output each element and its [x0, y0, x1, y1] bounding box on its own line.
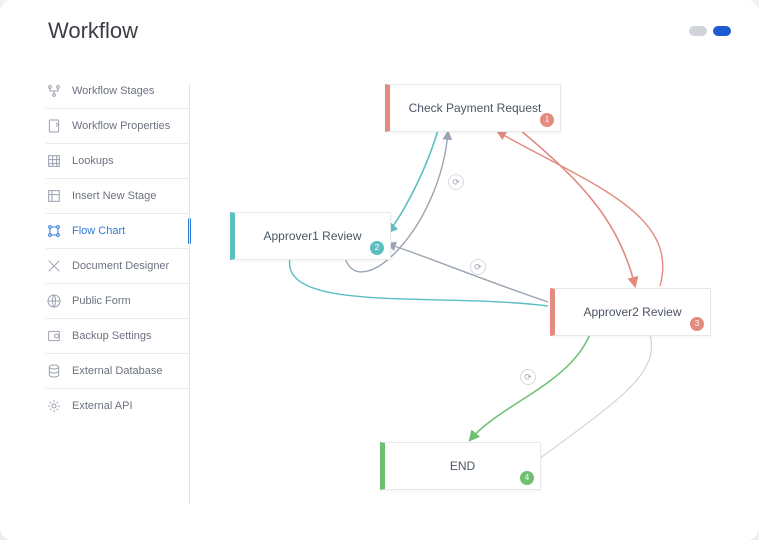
- backup-icon: [46, 328, 62, 344]
- sidebar: Workflow Stages Workflow Properties Look…: [0, 44, 190, 534]
- link-icon: ⟳: [448, 174, 464, 190]
- flow-node-label: Approver2 Review: [583, 305, 681, 319]
- sidebar-item-flow-chart[interactable]: Flow Chart: [46, 214, 190, 249]
- body: Workflow Stages Workflow Properties Look…: [0, 44, 759, 534]
- flowchart-icon: [46, 223, 62, 239]
- sidebar-item-label: Flow Chart: [72, 225, 125, 237]
- workflow-card: Workflow Workflow Stages Workflow Proper…: [0, 0, 759, 540]
- flow-node-badge: 2: [370, 241, 384, 255]
- sidebar-item-workflow-stages[interactable]: Workflow Stages: [46, 74, 190, 109]
- header: Workflow: [0, 0, 759, 44]
- flow-node-badge: 4: [520, 471, 534, 485]
- link-icon: ⟳: [470, 259, 486, 275]
- sidebar-item-external-api[interactable]: External API: [46, 389, 190, 423]
- sidebar-item-label: Lookups: [72, 155, 114, 167]
- sidebar-item-document-designer[interactable]: Document Designer: [46, 249, 190, 284]
- insert-icon: [46, 188, 62, 204]
- flow-node-label: Check Payment Request: [409, 101, 542, 115]
- sidebar-item-lookups[interactable]: Lookups: [46, 144, 190, 179]
- sidebar-item-label: Public Form: [72, 295, 131, 307]
- sidebar-item-insert-stage[interactable]: Insert New Stage: [46, 179, 190, 214]
- sidebar-item-external-database[interactable]: External Database: [46, 354, 190, 389]
- link-icon: ⟳: [520, 369, 536, 385]
- sidebar-item-label: External Database: [72, 365, 163, 377]
- flow-node-badge: 1: [540, 113, 554, 127]
- sidebar-item-label: External API: [72, 400, 133, 412]
- toggle-option-b[interactable]: [713, 26, 731, 36]
- flow-node[interactable]: END 4: [380, 442, 541, 490]
- sidebar-item-public-form[interactable]: Public Form: [46, 284, 190, 319]
- flow-node-label: Approver1 Review: [263, 229, 361, 243]
- flow-node[interactable]: Check Payment Request 1: [385, 84, 561, 132]
- stages-icon: [46, 83, 62, 99]
- sidebar-item-label: Workflow Stages: [72, 85, 154, 97]
- page-title: Workflow: [48, 18, 138, 44]
- flowchart-canvas[interactable]: ⟳ ⟳ ⟳ ⟳ Check Payment Request 1 Approver…: [190, 44, 759, 534]
- sidebar-item-label: Document Designer: [72, 260, 169, 272]
- toggle-option-a[interactable]: [689, 26, 707, 36]
- sidebar-item-label: Backup Settings: [72, 330, 152, 342]
- sidebar-item-label: Workflow Properties: [72, 120, 170, 132]
- grid-icon: [46, 153, 62, 169]
- flow-node-label: END: [450, 459, 475, 473]
- sidebar-item-workflow-properties[interactable]: Workflow Properties: [46, 109, 190, 144]
- globe-icon: [46, 293, 62, 309]
- flow-node[interactable]: Approver2 Review 3: [550, 288, 711, 336]
- flow-node[interactable]: Approver1 Review 2: [230, 212, 391, 260]
- database-icon: [46, 363, 62, 379]
- sidebar-item-backup-settings[interactable]: Backup Settings: [46, 319, 190, 354]
- api-icon: [46, 398, 62, 414]
- properties-icon: [46, 118, 62, 134]
- view-toggle[interactable]: [689, 26, 731, 36]
- designer-icon: [46, 258, 62, 274]
- sidebar-item-label: Insert New Stage: [72, 190, 156, 202]
- flow-node-badge: 3: [690, 317, 704, 331]
